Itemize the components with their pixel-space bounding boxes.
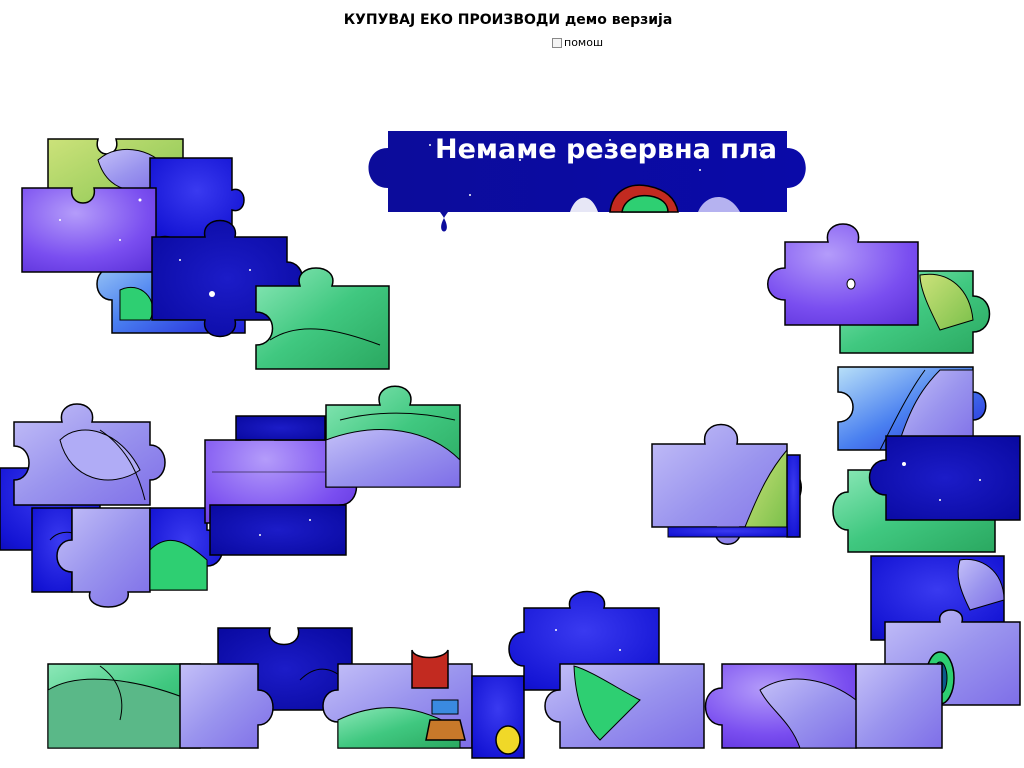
puzzle-piece[interactable] [235,415,326,441]
puzzle-piece[interactable] [868,435,1021,521]
banner-text: Немаме резервна пла [435,134,777,165]
puzzle-piece[interactable] [544,663,705,749]
puzzle-piece[interactable] [704,663,857,749]
puzzle-piece[interactable] [47,663,201,749]
puzzle-piece[interactable] [13,403,166,506]
puzzle-piece[interactable] [322,649,473,749]
puzzle-piece[interactable] [767,223,919,326]
puzzle-board: Немаме резервна пла [0,131,1021,759]
puzzle-piece[interactable] [786,454,801,538]
puzzle-stage: КУПУВАЈ ЕКО ПРОИЗВОДИ демо верзија помош [0,0,1024,768]
puzzle-piece[interactable] [209,504,347,556]
puzzle-piece[interactable] [855,663,943,749]
puzzle-piece[interactable] [667,526,788,538]
puzzle-piece[interactable] [651,423,802,545]
puzzle-piece[interactable] [325,385,461,488]
puzzle-piece[interactable] [471,675,525,759]
puzzle-piece-banner[interactable]: Немаме резервна пла [368,131,806,232]
